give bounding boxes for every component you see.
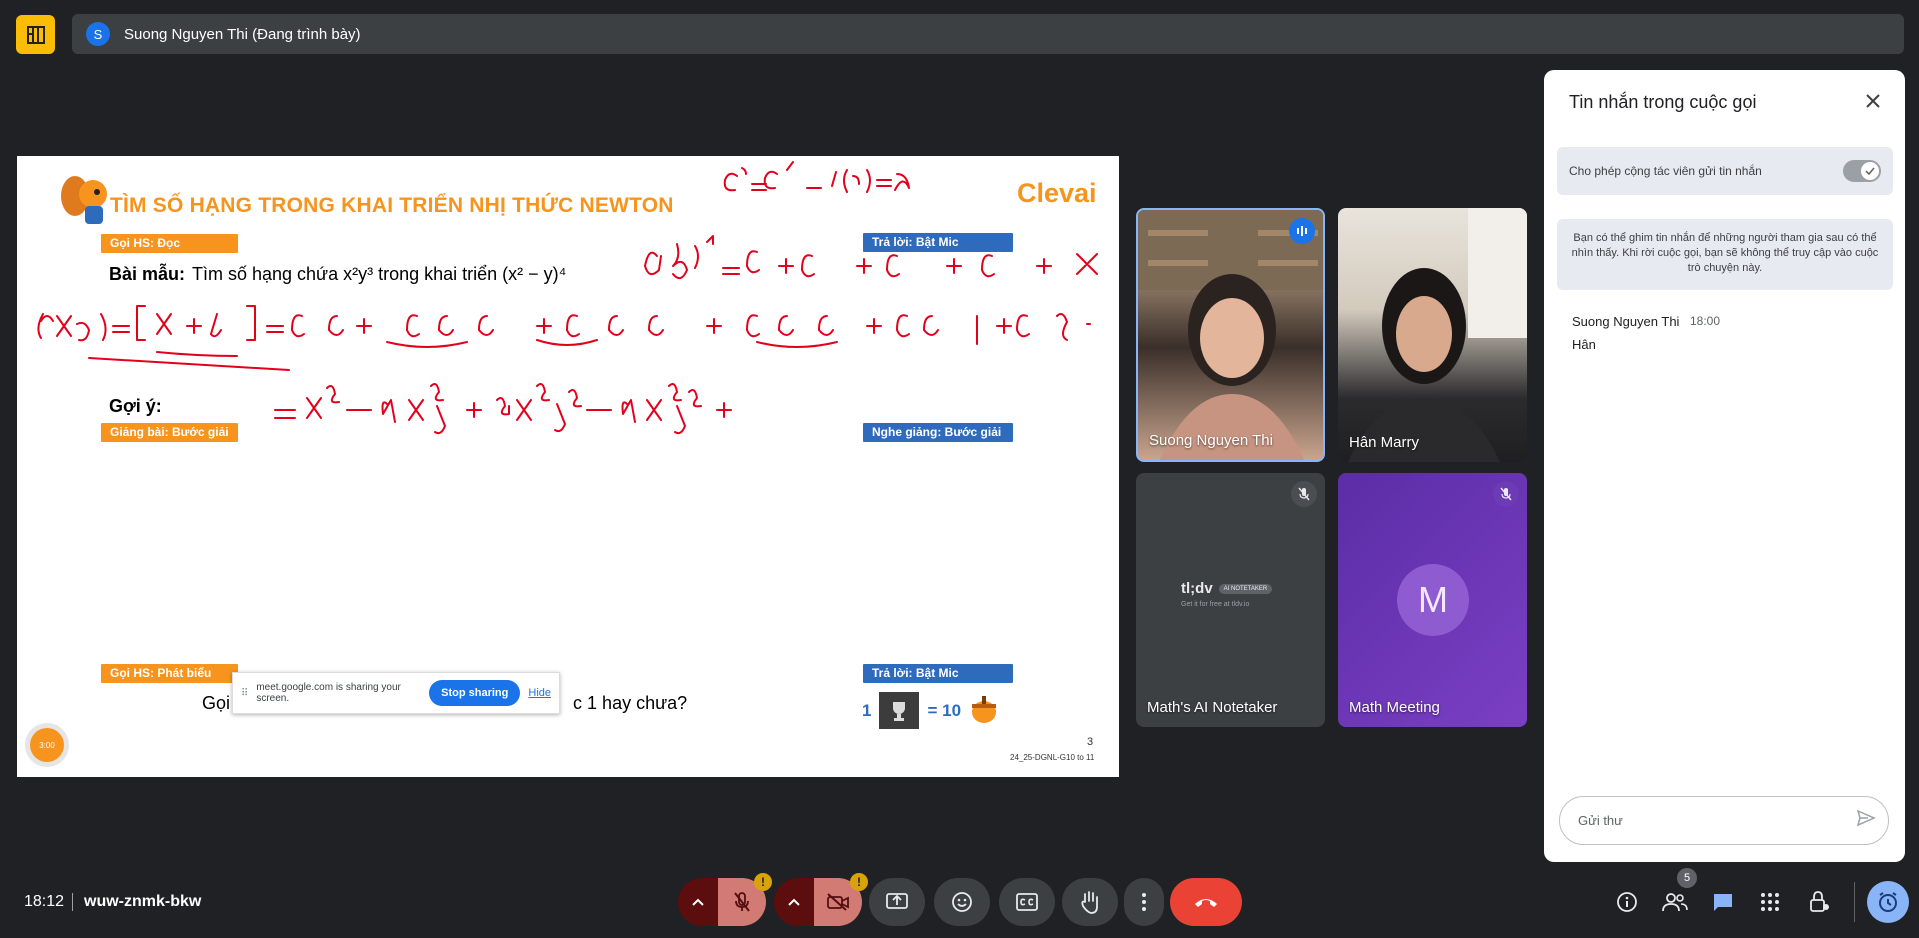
participant-tile-notetaker[interactable]: tl;dv AI NOTETAKER Get it for free at tl… [1136,473,1325,727]
participant-name: Math Meeting [1349,699,1440,716]
emoji-icon [952,892,972,912]
participant-tile-suong[interactable]: Suong Nguyen Thi [1136,208,1325,462]
close-icon[interactable] [1862,90,1884,117]
meeting-details-button[interactable] [1609,884,1645,920]
people-icon [1662,893,1688,912]
allow-messages-toggle[interactable] [1843,160,1881,182]
stop-sharing-button[interactable]: Stop sharing [429,680,521,706]
screen-share-popup: ⠿ meet.google.com is sharing your screen… [232,672,560,714]
share-status-text: meet.google.com is sharing your screen. [256,682,401,704]
captions-button[interactable] [999,878,1055,926]
mic-off-button[interactable]: ! [718,873,772,926]
people-count-badge: 5 [1677,868,1697,888]
participant-name: Math's AI Notetaker [1147,699,1278,716]
raise-hand-button[interactable] [1062,878,1118,926]
meeting-code: wuw-znmk-bkw [84,893,202,910]
mic-off-icon [1493,481,1519,507]
hang-up-icon [1195,899,1217,907]
speaking-indicator-icon [1289,218,1315,244]
handwriting-ink [37,161,1098,435]
tldv-logo: tl;dv AI NOTETAKER [1181,580,1273,597]
tldv-subtitle: Get it for free at tldv.io [1181,601,1250,608]
participant-avatar: M [1397,564,1469,636]
present-screen-button[interactable] [869,878,925,926]
participant-tile-han[interactable]: Hân Marry [1338,208,1527,462]
presenter-bar[interactable]: S Suong Nguyen Thi (Đang trình bày) [72,14,1904,54]
message-time: 18:00 [1690,314,1721,328]
app-logo [16,15,55,54]
chat-button[interactable] [1705,884,1741,920]
hide-link[interactable]: Hide [528,687,551,699]
mic-off-icon [1291,481,1317,507]
mic-warning-badge: ! [754,873,772,891]
chat-input-box [1559,796,1889,845]
more-vert-icon [1142,893,1146,911]
chat-icon [1714,894,1732,911]
toggle-label: Cho phép cộng tác viên gửi tin nhắn [1569,164,1762,178]
shared-screen: TÌM SỐ HẠNG TRONG KHAI TRIỂN NHỊ THỨC NE… [17,156,1119,777]
apps-grid-icon [1761,893,1779,911]
divider [72,893,73,911]
camera-options-chevron-up-icon[interactable] [774,878,814,926]
camera-control: ! [774,873,868,926]
mic-control: ! [678,873,772,926]
drag-handle-icon[interactable]: ⠿ [241,688,248,699]
timer-button[interactable] [1867,881,1909,923]
participant-tile-math-meeting[interactable]: M Math Meeting [1338,473,1527,727]
check-icon [1861,162,1879,180]
alarm-clock-icon [1879,892,1897,912]
captions-icon [1016,893,1038,911]
chat-input[interactable] [1578,813,1856,828]
people-button[interactable] [1657,884,1693,920]
host-controls-button[interactable] [1801,884,1837,920]
activities-button[interactable] [1752,884,1788,920]
chat-panel: Tin nhắn trong cuộc gọi Cho phép cộng tá… [1544,70,1905,862]
message-sender: Suong Nguyen Thi [1572,314,1680,329]
participant-name: Suong Nguyen Thi [1149,432,1273,449]
camera-warning-badge: ! [850,873,868,891]
lock-person-icon [1810,891,1829,912]
divider [1854,882,1855,922]
raise-hand-icon [1081,891,1098,914]
reactions-button[interactable] [934,878,990,926]
camera-off-icon [827,893,849,911]
info-icon [1617,892,1637,912]
building-icon [26,25,45,44]
presenter-avatar: S [86,22,110,46]
camera-off-button[interactable]: ! [814,873,868,926]
present-screen-icon [886,893,908,909]
participant-name: Hân Marry [1349,434,1420,451]
leave-call-button[interactable] [1170,878,1242,926]
mic-off-icon [734,892,750,912]
participant-video-han [1348,208,1527,462]
allow-messages-row: Cho phép cộng tác viên gửi tin nhắn [1557,147,1893,195]
send-icon[interactable] [1856,808,1876,833]
participant-video-suong [1138,210,1323,460]
pin-note: Bạn có thể ghim tin nhắn để những người … [1557,219,1893,290]
message-text: Hân [1572,337,1596,352]
presenter-label: Suong Nguyen Thi (Đang trình bày) [124,25,361,43]
mic-options-chevron-up-icon[interactable] [678,878,718,926]
meeting-clock: 18:12 [24,893,65,910]
more-options-button[interactable] [1124,878,1164,926]
chat-title: Tin nhắn trong cuộc gọi [1569,92,1757,112]
